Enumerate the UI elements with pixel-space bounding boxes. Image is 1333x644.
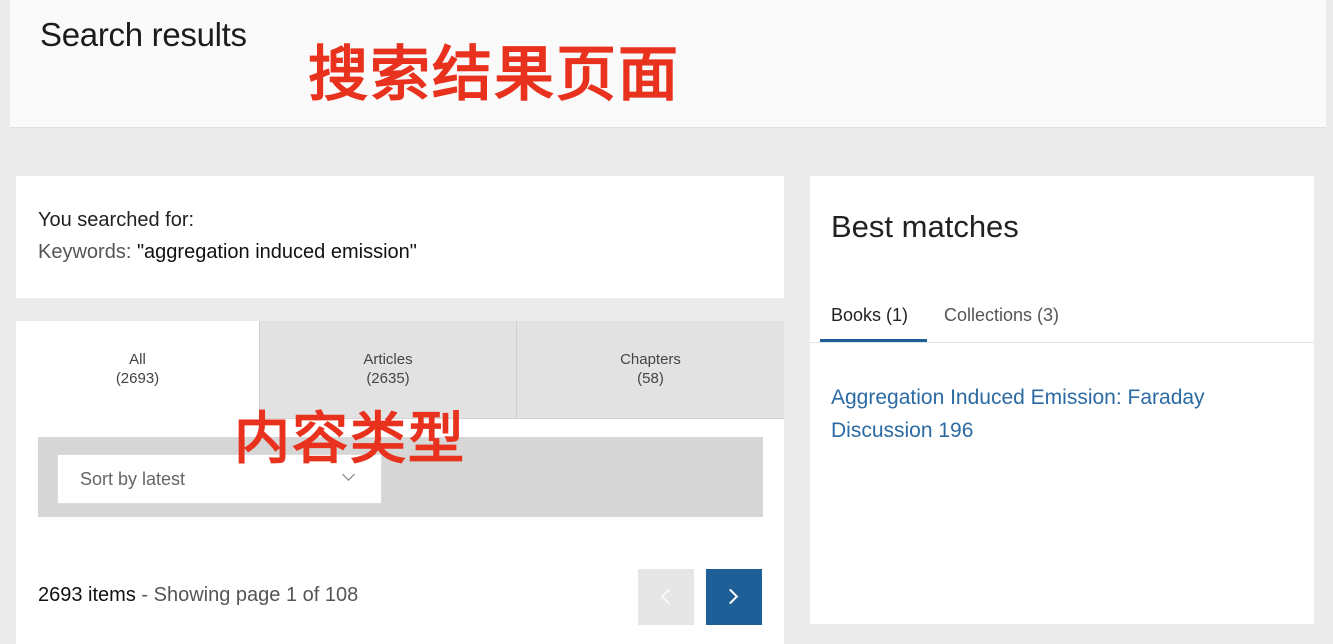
annotation-search-results-page: 搜索结果页面	[308, 40, 680, 110]
best-match-link[interactable]: Aggregation Induced Emission: Faraday Di…	[831, 381, 1271, 447]
tab-chapters[interactable]: Chapters (58)	[516, 321, 784, 419]
searched-for-label: You searched for:	[38, 209, 195, 231]
tab-articles-count: (2635)	[366, 370, 410, 387]
best-matches-card: Best matches Books (1) Collections (3) A…	[810, 176, 1314, 624]
next-page-button[interactable]	[706, 569, 762, 625]
tab-chapters-label: Chapters	[620, 351, 681, 368]
tab-articles-label: Articles	[363, 351, 413, 368]
chevron-right-icon	[722, 588, 739, 605]
previous-page-button[interactable]	[638, 569, 694, 625]
tab-chapters-count: (58)	[637, 370, 664, 387]
page-title: Search results	[40, 16, 247, 53]
chevron-left-icon	[660, 588, 677, 605]
keywords-value: "aggregation induced emission"	[136, 241, 417, 263]
keywords-label: Keywords:	[38, 241, 132, 263]
keywords-line: Keywords: "aggregation induced emission"	[38, 241, 417, 264]
best-matches-tabs: Books (1) Collections (3)	[810, 301, 1314, 343]
results-count: 2693 items - Showing page 1 of 108	[38, 584, 358, 607]
search-summary-card: You searched for: Keywords: "aggregation…	[16, 176, 784, 298]
tab-all-count: (2693)	[115, 370, 160, 387]
tab-collections[interactable]: Collections (3)	[944, 305, 1059, 326]
page-indicator: Showing page 1 of 108	[153, 584, 359, 606]
best-matches-title: Best matches	[831, 209, 1019, 244]
items-count: 2693 items	[38, 584, 136, 606]
sort-select-value: Sort by latest	[80, 469, 186, 489]
items-separator: -	[135, 584, 154, 606]
tab-all-label: All	[129, 351, 146, 368]
tab-all[interactable]: All (2693)	[16, 321, 259, 419]
tab-books[interactable]: Books (1)	[831, 305, 908, 326]
active-tab-underline	[820, 339, 927, 342]
annotation-content-type: 内容类型	[234, 407, 466, 472]
